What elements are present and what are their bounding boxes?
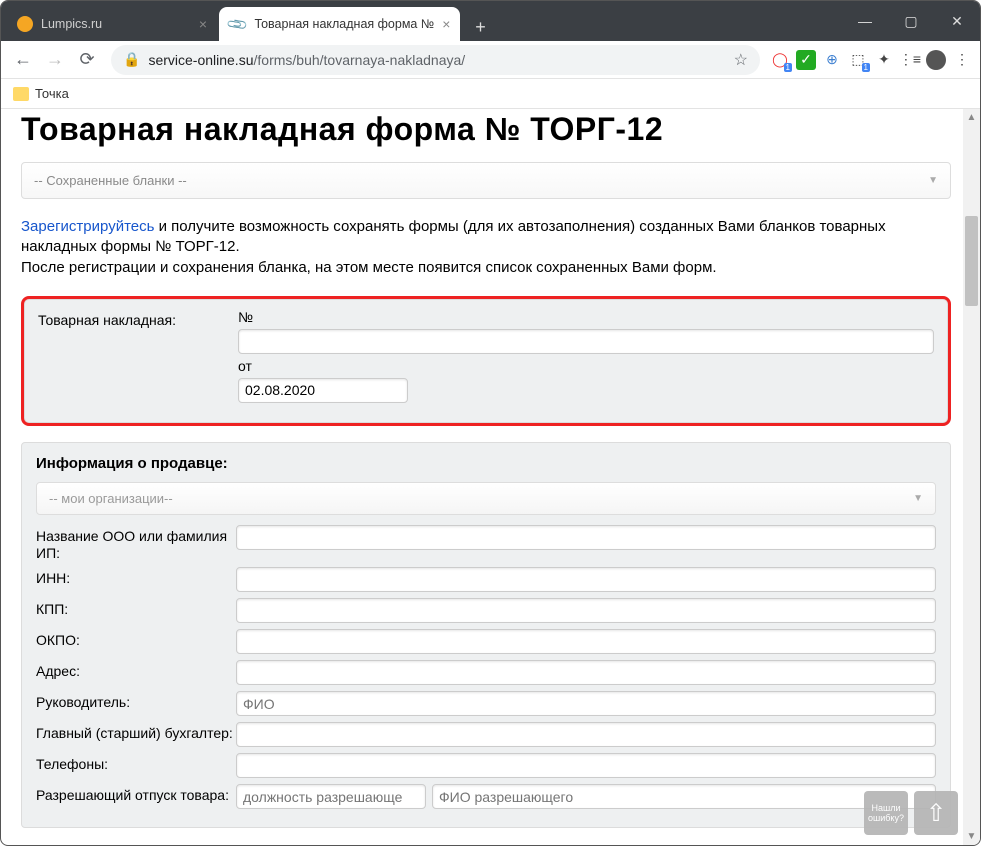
minimize-button[interactable]: — xyxy=(842,1,888,41)
maximize-button[interactable]: ▢ xyxy=(888,1,934,41)
floating-buttons: Нашли ошибку? ⇧ xyxy=(864,791,958,835)
seller-title: Информация о продавце: xyxy=(36,455,936,472)
forward-button[interactable]: → xyxy=(41,46,69,74)
close-icon[interactable]: × xyxy=(442,16,450,32)
bookmark-item[interactable]: Точка xyxy=(35,86,69,101)
titlebar: Lumpics.ru × 📎 Товарная накладная форма … xyxy=(1,1,980,41)
favicon-icon xyxy=(17,16,33,32)
bookmarks-bar: Точка xyxy=(1,79,980,109)
scroll-track[interactable] xyxy=(963,126,980,828)
browser-window: Lumpics.ru × 📎 Товарная накладная форма … xyxy=(0,0,981,846)
permit-fio-input[interactable] xyxy=(432,784,936,809)
date-input[interactable] xyxy=(238,378,408,403)
tabs-area: Lumpics.ru × 📎 Товарная накладная форма … xyxy=(1,1,842,41)
accountant-input[interactable] xyxy=(236,722,936,747)
chevron-down-icon: ▼ xyxy=(928,175,938,186)
ext-reading-icon[interactable]: ⋮≡ xyxy=(900,50,920,70)
address-label: Адрес: xyxy=(36,660,236,680)
kpp-input[interactable] xyxy=(236,598,936,623)
toolbar: ← → ⟳ 🔒 service-online.su/forms/buh/tova… xyxy=(1,41,980,79)
star-icon[interactable]: ☆ xyxy=(734,50,748,70)
close-icon[interactable]: × xyxy=(199,16,207,32)
name-input[interactable] xyxy=(236,525,936,550)
profile-avatar[interactable] xyxy=(926,50,946,70)
lock-icon: 🔒 xyxy=(123,51,140,68)
folder-icon xyxy=(13,87,29,101)
extensions: ◯1 ✓ ⊕ ⬚1 ✦ ⋮≡ ⋮ xyxy=(770,50,972,70)
new-tab-button[interactable]: + xyxy=(466,13,494,41)
register-link[interactable]: Зарегистрируйтесь xyxy=(21,218,154,235)
date-label: от xyxy=(238,358,934,374)
menu-button[interactable]: ⋮ xyxy=(952,50,972,70)
ext-globe-icon[interactable]: ⊕ xyxy=(822,50,842,70)
permit-label: Разрешающий отпуск товара: xyxy=(36,784,236,804)
close-window-button[interactable]: ✕ xyxy=(934,1,980,41)
extensions-puzzle-icon[interactable]: ✦ xyxy=(874,50,894,70)
chevron-down-icon: ▼ xyxy=(913,493,923,504)
window-controls: — ▢ ✕ xyxy=(842,1,980,41)
director-label: Руководитель: xyxy=(36,691,236,711)
my-orgs-dropdown[interactable]: -- мои организации-- ▼ xyxy=(36,482,936,515)
seller-section: Информация о продавце: -- мои организаци… xyxy=(21,442,951,829)
okpo-input[interactable] xyxy=(236,629,936,654)
ext-cube-icon[interactable]: ⬚1 xyxy=(848,50,868,70)
address-bar[interactable]: 🔒 service-online.su/forms/buh/tovarnaya-… xyxy=(111,45,760,75)
scroll-up-icon[interactable]: ▲ xyxy=(963,109,980,126)
inn-label: ИНН: xyxy=(36,567,236,587)
permit-position-input[interactable] xyxy=(236,784,426,809)
accountant-label: Главный (старший) бухгалтер: xyxy=(36,722,236,742)
kpp-label: КПП: xyxy=(36,598,236,618)
paperclip-icon: 📎 xyxy=(226,12,250,36)
url-text: service-online.su/forms/buh/tovarnaya-na… xyxy=(148,52,727,68)
tab-title: Lumpics.ru xyxy=(41,17,191,31)
okpo-label: ОКПО: xyxy=(36,629,236,649)
tab-lumpics[interactable]: Lumpics.ru × xyxy=(7,7,217,41)
ext-opera-icon[interactable]: ◯1 xyxy=(770,50,790,70)
saved-forms-dropdown[interactable]: -- Сохраненные бланки -- ▼ xyxy=(21,162,951,199)
tab-form[interactable]: 📎 Товарная накладная форма № × xyxy=(219,7,460,41)
reload-button[interactable]: ⟳ xyxy=(73,46,101,74)
phones-input[interactable] xyxy=(236,753,936,778)
page-title: Товарная накладная форма № ТОРГ-12 xyxy=(21,111,951,148)
director-input[interactable] xyxy=(236,691,936,716)
tab-title: Товарная накладная форма № xyxy=(254,17,434,31)
nakladnaya-header-box: Товарная накладная: № от xyxy=(21,296,951,426)
scroll-top-button[interactable]: ⇧ xyxy=(914,791,958,835)
registration-notice: Зарегистрируйтесь и получите возможность… xyxy=(21,217,951,278)
back-button[interactable]: ← xyxy=(9,46,37,74)
feedback-button[interactable]: Нашли ошибку? xyxy=(864,791,908,835)
nakladnaya-label: Товарная накладная: xyxy=(38,309,238,329)
page: Товарная накладная форма № ТОРГ-12 -- Со… xyxy=(1,109,963,845)
scroll-down-icon[interactable]: ▼ xyxy=(963,828,980,845)
number-input[interactable] xyxy=(238,329,934,354)
number-label: № xyxy=(238,309,934,325)
scroll-thumb[interactable] xyxy=(965,216,978,306)
vertical-scrollbar[interactable]: ▲ ▼ xyxy=(963,109,980,845)
ext-check-icon[interactable]: ✓ xyxy=(796,50,816,70)
name-label: Название ООО или фамилия ИП: xyxy=(36,525,236,562)
address-input[interactable] xyxy=(236,660,936,685)
inn-input[interactable] xyxy=(236,567,936,592)
phones-label: Телефоны: xyxy=(36,753,236,773)
content-area: Товарная накладная форма № ТОРГ-12 -- Со… xyxy=(1,109,980,845)
